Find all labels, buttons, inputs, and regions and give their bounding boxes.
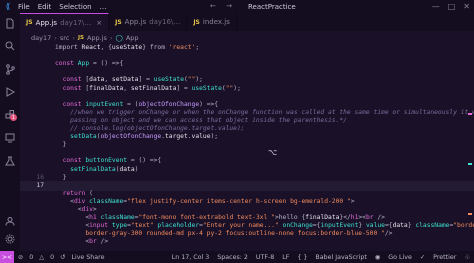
window-controls: — □ ✕ — [432, 2, 470, 11]
tab-app-js-day17[interactable]: JS App.js day17\… × — [20, 13, 110, 31]
scroll-marker — [468, 113, 472, 115]
code-text: <br /> — [85, 238, 109, 246]
cursor-position[interactable]: Ln 17, Col 3 — [172, 254, 210, 261]
search-icon[interactable] — [4, 40, 16, 52]
run-debug-icon[interactable] — [4, 86, 16, 98]
menu-edit[interactable]: Edit — [38, 3, 52, 11]
editor-tabs: JS App.js day17\… × JS App.js day16\… JS… — [20, 13, 474, 31]
braces-icon: { } — [297, 253, 308, 261]
scroll-marker — [468, 163, 472, 165]
menu-bar: File Edit Selection … — [18, 3, 107, 11]
tab-app-js-day16[interactable]: JS App.js day16\… — [109, 13, 188, 31]
tab-dir: day16\… — [149, 18, 181, 26]
title-bar: ⟪ File Edit Selection … ← → ReactPractic… — [0, 0, 474, 13]
tab-dir: day17\… — [60, 18, 92, 27]
testing-icon[interactable] — [4, 155, 16, 167]
window-title: ReactPractice — [248, 3, 296, 11]
source-control-icon[interactable] — [4, 63, 16, 75]
warning-icon[interactable]: △ — [39, 254, 44, 261]
tab-index-js[interactable]: JS index.js — [187, 13, 237, 31]
live-share[interactable]: Live Share — [71, 254, 104, 261]
code-line[interactable]: <br /> — [20, 237, 474, 247]
encoding[interactable]: UTF-8 — [256, 254, 274, 261]
breadcrumb-item[interactable]: App.js — [87, 34, 107, 42]
tab-label: App.js — [35, 18, 58, 27]
chevron-right-icon: › — [72, 34, 75, 42]
tab-label: index.js — [202, 18, 230, 26]
editor-scrollbar[interactable] — [466, 43, 472, 251]
close-icon[interactable]: ✕ — [463, 2, 470, 11]
breadcrumb: day17 › src › JS App.js › ◯ App — [31, 33, 139, 43]
live-share-icon: ↺ — [60, 253, 66, 261]
close-tab-icon[interactable]: × — [96, 19, 102, 27]
mouse-cursor-icon: ⌥ — [268, 148, 278, 157]
scroll-marker — [468, 213, 472, 215]
status-bar: >< ⊘ 0 △ 0 ↺ Live Share Ln 17, Col 3 Spa… — [0, 251, 474, 263]
javascript-file-icon: JS — [115, 18, 122, 26]
breadcrumb-item[interactable]: day17 — [31, 34, 51, 42]
remote-indicator[interactable]: >< — [0, 251, 14, 263]
explorer-icon[interactable] — [4, 17, 16, 29]
nav-arrows[interactable]: ← → — [210, 2, 236, 10]
symbol-icon: ◯ — [115, 34, 123, 42]
remote-explorer-icon[interactable] — [4, 132, 16, 144]
breadcrumb-item[interactable]: src — [60, 34, 70, 42]
javascript-file-icon: JS — [193, 18, 200, 26]
menu-selection[interactable]: Selection — [59, 3, 91, 11]
warning-count[interactable]: 0 — [50, 254, 54, 261]
javascript-file-icon: JS — [77, 35, 84, 41]
javascript-file-icon: JS — [26, 19, 33, 26]
code-editor[interactable]: import React, {useState} from 'react'; co… — [20, 43, 474, 251]
chevron-right-icon: › — [54, 34, 57, 42]
chevron-right-icon: › — [109, 34, 113, 42]
extensions-badge: 1 — [10, 114, 17, 121]
minimize-icon[interactable]: — — [432, 2, 440, 11]
maximize-icon[interactable]: □ — [448, 2, 456, 11]
indentation[interactable]: Spaces: 2 — [217, 254, 248, 261]
menu-more[interactable]: … — [100, 3, 107, 11]
end-of-line[interactable]: LF — [282, 254, 289, 261]
prettier[interactable]: Prettier — [433, 254, 456, 261]
extensions-icon[interactable]: 1 — [4, 109, 17, 121]
language-mode[interactable]: Babel JavaScript — [315, 254, 366, 261]
gear-icon[interactable] — [4, 233, 16, 245]
error-count[interactable]: 0 — [29, 254, 33, 261]
notification-bell-icon[interactable]: ♧ — [464, 254, 470, 261]
go-live[interactable]: Go Live — [388, 254, 412, 261]
account-icon[interactable] — [4, 215, 16, 227]
error-icon[interactable]: ⊘ — [18, 254, 23, 261]
check-icon: ✓ — [419, 253, 426, 261]
activity-bar: 1 — [0, 13, 20, 251]
broadcast-icon: ◉ — [374, 253, 381, 261]
tab-label: App.js — [124, 18, 147, 26]
menu-file[interactable]: File — [18, 3, 30, 11]
vscode-logo-icon: ⟪ — [5, 2, 11, 11]
breadcrumb-item[interactable]: App — [126, 34, 139, 42]
